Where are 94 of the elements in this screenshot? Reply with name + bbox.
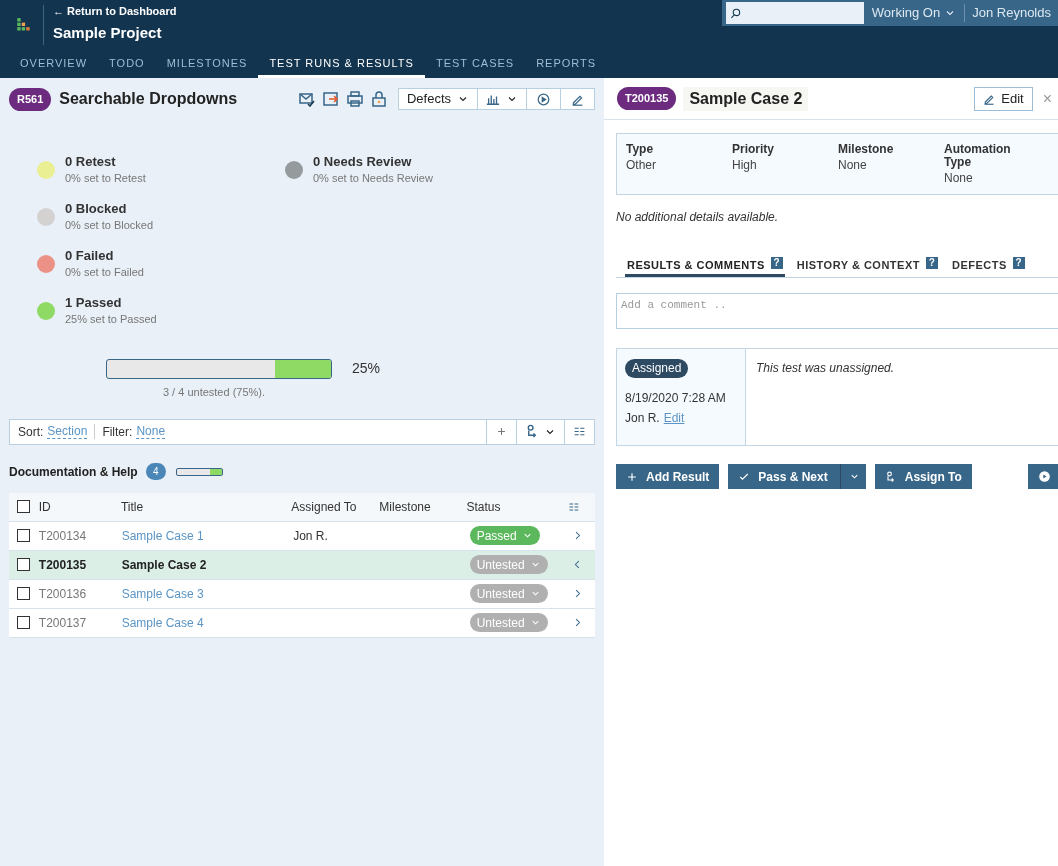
result-author: Jon R. — [625, 410, 660, 427]
section-title: Documentation & Help — [9, 463, 138, 481]
case-title-link[interactable]: Sample Case 3 — [121, 584, 294, 603]
play-icon — [537, 92, 550, 106]
action-button[interactable]: Add Result — [616, 464, 720, 489]
person-arrow-icon — [884, 470, 897, 483]
user-menu[interactable]: Jon Reynolds — [965, 3, 1058, 23]
nav-tab[interactable]: OVERVIEW — [9, 48, 99, 78]
edit-button[interactable]: Edit — [974, 86, 1033, 111]
stat-count: 0 Retest — [65, 153, 117, 170]
table-row[interactable]: T200136 Sample Case 3 Untested — [9, 579, 595, 609]
result-message: This test was unassigned. — [755, 360, 896, 377]
row-checkbox[interactable] — [17, 558, 30, 571]
export-icon[interactable] — [322, 91, 339, 107]
nav-tab[interactable]: TODO — [98, 48, 156, 78]
stat-count: 0 Needs Review — [313, 153, 413, 170]
stat-subtitle: 0% set to Retest — [65, 171, 146, 186]
back-link[interactable]: ← Return to Dashboard — [53, 4, 177, 18]
project-title: Sample Project — [53, 23, 163, 43]
column-header: ID — [38, 498, 52, 516]
nav-tab[interactable]: REPORTS — [525, 48, 608, 78]
field-label: Priority — [732, 143, 775, 156]
filter-link[interactable]: None — [136, 424, 166, 439]
detail-tab[interactable]: HISTORY & CONTEXT ? — [794, 257, 940, 277]
plus-icon — [626, 470, 638, 483]
table-row[interactable]: T200135 Sample Case 2 Untested — [9, 550, 595, 580]
action-button[interactable]: Pass & Next — [728, 464, 866, 489]
printer-icon[interactable] — [346, 91, 363, 107]
row-checkbox[interactable] — [17, 587, 30, 600]
column-header: Title — [121, 498, 145, 516]
play-icon — [1037, 470, 1051, 483]
play-button[interactable] — [1028, 464, 1058, 489]
field-value: Other — [626, 159, 657, 172]
stat-count: 0 Failed — [65, 247, 115, 264]
nav-tab[interactable]: MILESTONES — [155, 48, 259, 78]
result-date: 8/19/2020 7:28 AM — [625, 390, 726, 407]
case-id: T200136 — [38, 585, 88, 603]
search-field[interactable] — [725, 2, 864, 24]
case-title-link[interactable]: Sample Case 1 — [121, 526, 294, 545]
column-header: Status — [466, 498, 502, 516]
row-checkbox[interactable] — [17, 616, 30, 629]
case-id: T200135 — [38, 556, 88, 574]
working-on-dropdown[interactable]: Working On — [863, 0, 965, 26]
field-value: None — [838, 159, 868, 172]
edit-link[interactable]: Edit — [663, 409, 685, 427]
lock-icon[interactable] — [370, 91, 387, 107]
field-label: Type — [626, 143, 655, 156]
columns-icon — [573, 425, 586, 438]
select-all-checkbox[interactable] — [17, 500, 30, 513]
nav-tab[interactable]: TEST CASES — [424, 48, 526, 78]
case-id: T200137 — [38, 614, 88, 632]
table-row[interactable]: T200134 Sample Case 1 Jon R. Passed — [9, 521, 595, 551]
stat-subtitle: 0% set to Blocked — [65, 218, 154, 233]
filter-label: Filter: — [102, 423, 133, 441]
search-icon — [729, 6, 742, 20]
case-id: T200134 — [38, 527, 88, 545]
stat-subtitle: 0% set to Needs Review — [313, 171, 433, 186]
pencil-icon — [983, 92, 996, 105]
field-value: High — [732, 159, 758, 172]
comment-field[interactable]: Add a comment .. — [616, 293, 1058, 329]
stat-subtitle: 25% set to Passed — [65, 312, 157, 327]
case-title: Sample Case 2 — [683, 86, 809, 111]
detail-tab[interactable]: DEFECTS ? — [949, 257, 1027, 277]
column-header: Assigned To — [291, 498, 358, 516]
run-badge: R561 — [9, 87, 52, 111]
stat-subtitle: 0% set to Failed — [65, 265, 144, 280]
field-label: Milestone — [838, 143, 895, 156]
section-progress-bar — [175, 467, 223, 476]
table-row[interactable]: T200137 Sample Case 4 Untested — [9, 608, 595, 638]
stat-count: 1 Passed — [65, 294, 123, 311]
case-badge: T200135 — [617, 87, 677, 110]
plus-icon — [496, 426, 507, 437]
field-value: None — [944, 172, 974, 185]
run-title: Searchable Dropdowns — [59, 89, 238, 109]
detail-tab[interactable]: RESULTS & COMMENTS ? — [625, 257, 785, 277]
status-badge: Assigned — [625, 359, 689, 378]
case-title-link[interactable]: Sample Case 4 — [121, 613, 294, 632]
field-label: Automation Type — [944, 143, 1012, 169]
help-icon[interactable]: ? — [1012, 257, 1025, 269]
stat-count: 0 Blocked — [65, 200, 128, 217]
help-icon[interactable]: ? — [770, 257, 783, 269]
case-title-link[interactable]: Sample Case 2 — [121, 555, 294, 574]
mail-check-icon[interactable] — [298, 91, 315, 107]
sort-link[interactable]: Section — [47, 424, 88, 439]
count-badge: 4 — [145, 463, 166, 480]
row-checkbox[interactable] — [17, 529, 30, 542]
help-icon[interactable]: ? — [925, 257, 938, 269]
action-button[interactable]: Assign To — [874, 464, 972, 489]
progress-caption: 3 / 4 untested (75%). — [162, 385, 266, 400]
details-note: No additional details available. — [616, 209, 780, 226]
sort-label: Sort: — [18, 423, 44, 441]
assignee: Jon R. — [293, 527, 329, 545]
progress-percent: 25% — [352, 359, 380, 378]
column-header: Milestone — [379, 498, 432, 516]
